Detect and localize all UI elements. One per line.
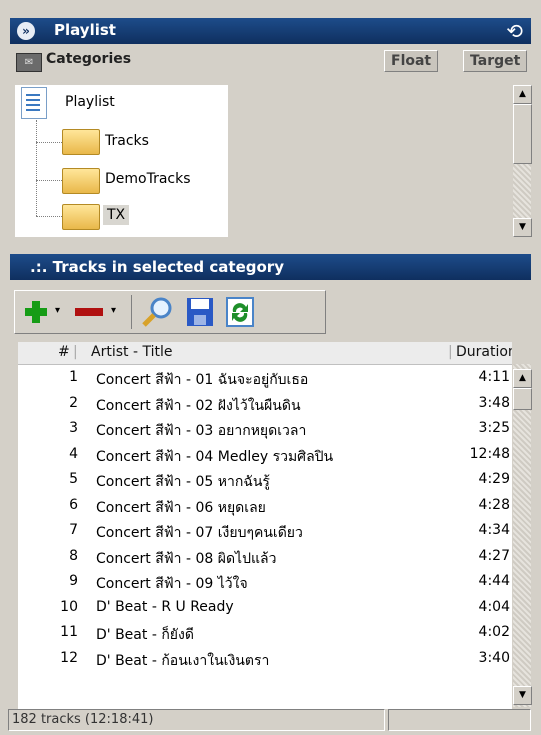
status-track-count: 182 tracks (12:18:41) [8,709,385,731]
row-title: D' Beat - ก้อนเงาในเงินตรา [96,652,270,669]
tracks-panel-title: .:. Tracks in selected category [30,258,284,276]
tree-connector [36,180,62,181]
tracks-scrollbar[interactable]: ▲ ▼ [513,364,532,707]
scroll-down-icon[interactable]: ▼ [513,218,532,237]
row-duration: 3:40 [478,649,510,666]
add-icon[interactable] [23,296,49,328]
row-duration: 4:28 [478,496,510,513]
panel-titlebar: » Playlist ⟲ [10,18,531,44]
folder-icon [62,168,100,194]
save-icon[interactable] [185,296,215,328]
refresh-icon[interactable] [225,296,255,328]
row-number: 2 [69,394,78,411]
remove-icon[interactable] [73,296,105,328]
float-button[interactable]: Float [384,50,439,72]
row-duration: 4:11 [478,369,510,385]
row-title: Concert สีฟ้า - 06 หยุดเลย [96,499,266,516]
row-title: Concert สีฟ้า - 08 ผิดไปแล้ว [96,550,277,567]
row-duration: 4:34 [478,522,510,538]
table-row[interactable]: 9 Concert สีฟ้า - 09 ไว้ใจ 4:44 [18,570,512,595]
status-bar: 182 tracks (12:18:41) [8,709,531,731]
row-number: 8 [69,547,78,564]
toolbar-divider [131,295,132,329]
categories-icon: ✉ [16,53,42,72]
row-duration: 4:29 [478,471,510,487]
table-header: # | Artist - Title | Duration [18,342,512,365]
column-divider: | [448,344,453,360]
playlist-doc-icon [21,87,47,119]
tree-item-tx[interactable]: TX [103,205,130,225]
row-title: Concert สีฟ้า - 09 ไว้ใจ [96,576,248,592]
scroll-thumb[interactable] [513,104,532,164]
column-header-title[interactable]: Artist - Title [91,344,172,360]
table-row[interactable]: 5 Concert สีฟ้า - 05 หากฉันรู้ 4:29 [18,468,512,493]
row-number: 9 [69,573,78,589]
row-title: D' Beat - R U Ready [96,598,234,615]
search-icon[interactable] [141,296,175,328]
chevron-right-icon[interactable]: » [17,22,35,40]
row-number: 6 [69,496,78,513]
tracks-toolbar: ▾ ▾ [14,290,326,334]
pin-icon[interactable]: ⟲ [506,19,523,43]
categories-header: ✉ Categories Float Target [10,47,531,75]
row-title: Concert สีฟ้า - 05 หากฉันรู้ [96,474,270,490]
row-number: 1 [69,369,78,385]
tree-root-label[interactable]: Playlist [65,94,115,110]
scroll-up-icon[interactable]: ▲ [513,369,532,388]
target-button[interactable]: Target [463,50,528,72]
tree-item-tracks[interactable]: Tracks [105,133,149,149]
table-row[interactable]: 1 Concert สีฟ้า - 01 ฉันจะอยู่กับเธอ 4:11 [18,366,512,391]
row-duration: 4:27 [478,547,510,564]
scroll-down-icon[interactable]: ▼ [513,686,532,705]
panel-title: Playlist [54,21,116,39]
row-number: 5 [69,471,78,487]
scroll-thumb[interactable] [513,388,532,410]
category-tree[interactable]: Playlist Tracks DemoTracks TX [15,85,228,237]
tree-connector [36,142,62,143]
column-divider: | [73,344,78,360]
table-row[interactable]: 8 Concert สีฟ้า - 08 ผิดไปแล้ว 4:27 [18,544,512,570]
row-title: Concert สีฟ้า - 01 ฉันจะอยู่กับเธอ [96,372,309,388]
row-title: Concert สีฟ้า - 04 Medley รวมศิลปิน [96,448,334,465]
table-row[interactable]: 11 D' Beat - ก็ยังดี 4:02 [18,621,512,646]
row-duration: 4:44 [478,573,510,589]
folder-icon [62,129,100,155]
status-extra-cell [388,709,531,731]
row-number: 7 [69,522,78,538]
row-title: D' Beat - ก็ยังดี [96,627,194,643]
table-row[interactable]: 10 D' Beat - R U Ready 4:04 [18,595,512,621]
remove-dropdown-chevron-icon[interactable]: ▾ [111,305,116,337]
column-header-number[interactable]: # [58,344,70,360]
tracks-panel-header: .:. Tracks in selected category [10,254,531,280]
table-row[interactable]: 12 D' Beat - ก้อนเงาในเงินตรา 3:40 [18,646,512,672]
row-number: 3 [69,420,78,436]
row-title: Concert สีฟ้า - 02 ฝังไว้ในผืนดิน [96,397,301,414]
add-dropdown-chevron-icon[interactable]: ▾ [55,305,60,337]
row-duration: 4:04 [478,598,510,615]
row-number: 4 [69,445,78,462]
row-number: 12 [60,649,78,666]
tracks-table[interactable]: # | Artist - Title | Duration 1 Concert ส… [18,342,512,722]
table-row[interactable]: 7 Concert สีฟ้า - 07 เงียบๆคนเดียว 4:34 [18,519,512,544]
row-duration: 4:02 [478,624,510,640]
categories-label: Categories [46,51,132,67]
tree-connector [36,216,62,217]
row-duration: 3:25 [478,420,510,436]
row-title: Concert สีฟ้า - 07 เงียบๆคนเดียว [96,525,303,541]
table-row[interactable]: 3 Concert สีฟ้า - 03 อยากหยุดเวลา 3:25 [18,417,512,442]
row-duration: 12:48 [469,445,510,462]
table-row[interactable]: 2 Concert สีฟ้า - 02 ฝังไว้ในผืนดิน 3:48 [18,391,512,417]
table-row[interactable]: 6 Concert สีฟ้า - 06 หยุดเลย 4:28 [18,493,512,519]
row-title: Concert สีฟ้า - 03 อยากหยุดเวลา [96,423,307,439]
folder-icon [62,204,100,230]
row-number: 11 [60,624,78,640]
scroll-up-icon[interactable]: ▲ [513,85,532,104]
table-row[interactable]: 4 Concert สีฟ้า - 04 Medley รวมศิลปิน 12:4… [18,442,512,468]
tree-connector [36,120,37,216]
tree-scrollbar[interactable]: ▲ ▼ [513,85,532,237]
tree-item-demotracks[interactable]: DemoTracks [105,171,191,187]
column-header-duration[interactable]: Duration [456,344,512,360]
row-number: 10 [60,598,78,615]
row-duration: 3:48 [478,394,510,411]
